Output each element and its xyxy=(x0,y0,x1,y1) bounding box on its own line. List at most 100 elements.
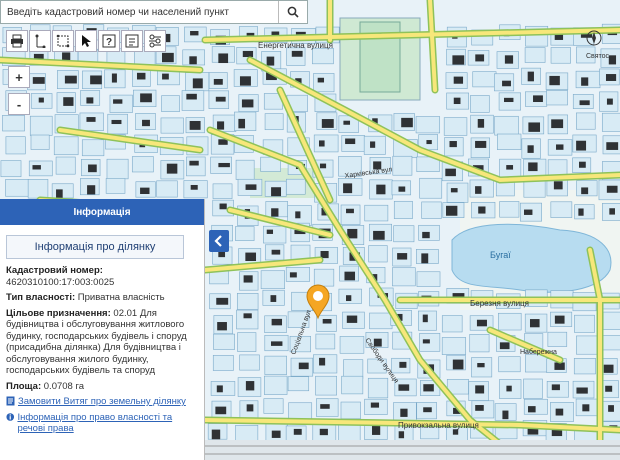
building xyxy=(319,163,327,169)
building xyxy=(218,162,230,168)
parcel xyxy=(392,155,413,176)
building xyxy=(397,253,408,260)
parcel xyxy=(547,159,568,177)
parcel xyxy=(441,337,467,355)
building xyxy=(398,384,410,391)
search-input[interactable] xyxy=(1,1,291,23)
building xyxy=(241,99,254,108)
parcel xyxy=(550,201,573,218)
building xyxy=(166,163,178,174)
collapse-panel-button[interactable] xyxy=(209,230,229,252)
pointer-button[interactable] xyxy=(75,30,97,52)
parcel xyxy=(574,204,595,220)
parcel xyxy=(109,94,133,113)
building xyxy=(422,231,430,239)
info-icon xyxy=(125,34,139,48)
building xyxy=(270,341,283,346)
parcel xyxy=(446,182,469,203)
building xyxy=(344,271,356,281)
parcel xyxy=(236,293,259,310)
building xyxy=(555,408,564,416)
building xyxy=(319,357,326,366)
parcel xyxy=(498,312,522,331)
building xyxy=(319,428,328,436)
building xyxy=(346,208,354,214)
parcel xyxy=(181,90,205,111)
measure-area-button[interactable] xyxy=(52,30,74,52)
building xyxy=(32,165,41,170)
building xyxy=(271,249,281,255)
building xyxy=(271,187,282,197)
building xyxy=(502,80,511,87)
help-icon: ? xyxy=(102,34,116,48)
search-button[interactable] xyxy=(278,1,307,23)
layers-button[interactable] xyxy=(144,30,166,52)
building xyxy=(606,185,618,193)
building xyxy=(506,165,514,170)
building xyxy=(373,230,385,240)
building xyxy=(576,387,588,394)
parcel xyxy=(285,267,310,282)
label-berezneva: Березня вулиця xyxy=(470,299,529,308)
building xyxy=(445,168,456,177)
building xyxy=(320,404,330,409)
building xyxy=(162,73,169,80)
zoom-out-button[interactable]: - xyxy=(9,94,29,114)
info-button[interactable] xyxy=(121,30,143,52)
building xyxy=(477,119,485,128)
building xyxy=(475,140,487,148)
building xyxy=(554,315,565,324)
building xyxy=(293,428,302,435)
building xyxy=(423,384,434,392)
info-circle-icon xyxy=(6,412,15,421)
parcel xyxy=(313,134,339,153)
building xyxy=(111,73,117,83)
parcel xyxy=(499,201,520,218)
parcel xyxy=(236,309,259,330)
building xyxy=(217,121,225,130)
label-svyatoslav: Святос xyxy=(586,53,610,60)
building xyxy=(213,78,223,85)
building xyxy=(343,120,351,125)
parcel xyxy=(441,315,463,333)
parcel xyxy=(5,179,30,197)
building xyxy=(162,52,174,63)
building xyxy=(524,209,533,215)
parcel xyxy=(263,398,284,414)
building xyxy=(142,119,150,127)
parcel xyxy=(341,375,364,395)
parcel xyxy=(263,225,287,244)
parcel xyxy=(263,375,288,395)
building xyxy=(581,77,589,86)
print-button[interactable] xyxy=(6,30,28,52)
ownership-value: Приватна власність xyxy=(77,292,165,303)
building xyxy=(579,100,590,106)
measure-distance-button[interactable] xyxy=(29,30,51,52)
zoom-in-button[interactable]: + xyxy=(9,67,29,87)
building xyxy=(243,275,253,283)
parcel xyxy=(416,271,441,287)
building xyxy=(113,99,123,104)
parcel xyxy=(443,117,468,136)
building xyxy=(422,314,428,323)
building xyxy=(245,252,257,262)
building xyxy=(608,405,614,412)
print-icon xyxy=(11,34,23,48)
order-extract-link[interactable]: Замовити Витяг про земельну ділянку xyxy=(18,396,186,408)
building xyxy=(608,55,617,65)
parcel xyxy=(392,267,416,287)
building xyxy=(266,229,274,234)
parcel xyxy=(602,311,620,331)
building xyxy=(398,431,405,439)
building xyxy=(499,342,510,350)
parcel xyxy=(264,355,287,375)
building xyxy=(554,362,565,370)
ownership-rights-link[interactable]: Інформація про право власності та речові… xyxy=(17,412,198,435)
building xyxy=(217,322,227,331)
parcel xyxy=(107,113,128,135)
parcel xyxy=(235,226,255,241)
building xyxy=(245,184,257,190)
parcel xyxy=(131,156,154,173)
building xyxy=(319,140,325,147)
help-button[interactable]: ? xyxy=(98,30,120,52)
